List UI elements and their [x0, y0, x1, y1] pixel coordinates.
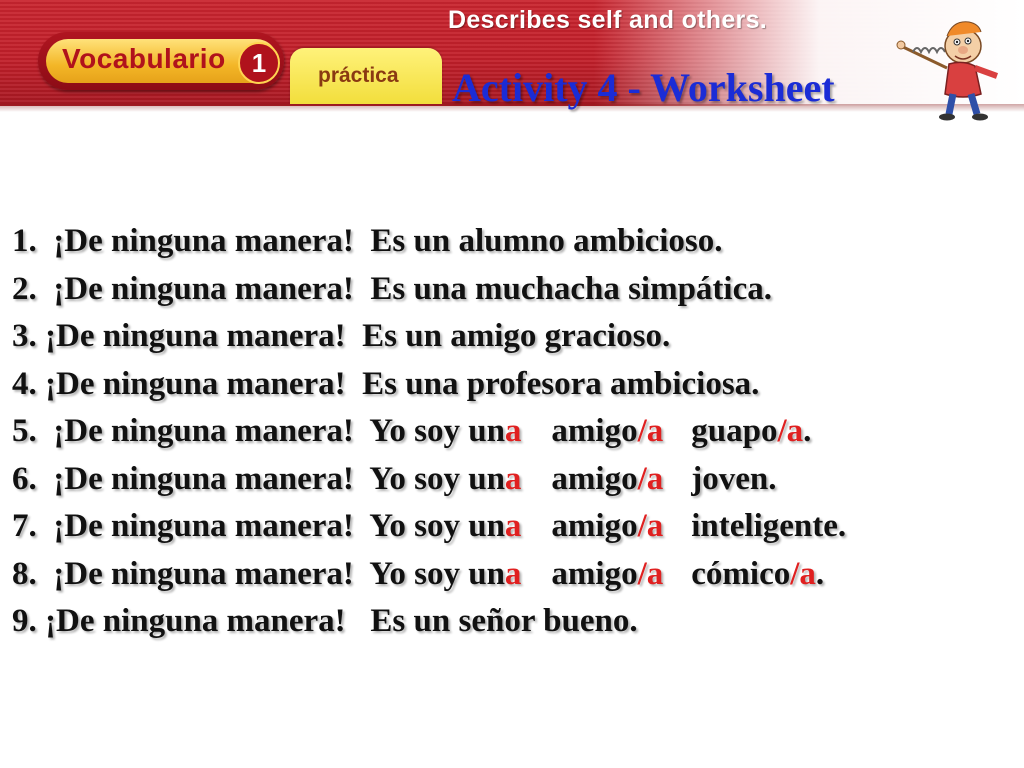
item-text: ¡De ninguna manera! Es un señor bueno. [36, 603, 638, 639]
list-item: 3. ¡De ninguna manera! Es un amigo graci… [12, 313, 846, 361]
gender-ending: /a [777, 413, 804, 449]
item-word: amigo [551, 508, 638, 544]
item-number: 7. [12, 508, 37, 544]
item-lead: ¡De ninguna manera! Yo soy un [36, 413, 505, 449]
vocabulario-label: Vocabulario [62, 43, 226, 74]
item-lead: ¡De ninguna manera! Yo soy un [36, 508, 505, 544]
tagline: Describes self and others. [448, 6, 768, 34]
sentence-list: 1. ¡De ninguna manera! Es un alumno ambi… [12, 218, 846, 646]
gender-ending: a [504, 460, 522, 497]
vocabulario-badge-inner: Vocabulario 1 [46, 39, 280, 84]
gender-ending: /a [637, 413, 664, 449]
item-word: amigo [551, 555, 638, 592]
pointing-cartoon-man-icon [896, 21, 999, 121]
item-text: ¡De ninguna manera! Es un amigo gracioso… [36, 318, 671, 354]
item-number: 6. [12, 460, 37, 497]
item-number: 9. [12, 603, 37, 639]
gender-ending: a [504, 555, 522, 592]
item-word: guapo [691, 413, 778, 449]
practica-label: práctica [318, 64, 399, 87]
item-word: amigo [551, 460, 638, 497]
item-lead: ¡De ninguna manera! Yo soy un [36, 555, 505, 592]
gender-ending: a [504, 413, 522, 449]
item-word: cómico [691, 555, 791, 592]
gender-ending: /a [637, 508, 664, 544]
vocabulario-badge: Vocabulario 1 [38, 32, 284, 90]
gender-ending: /a [637, 555, 664, 592]
item-number: 5. [12, 413, 37, 449]
item-word: joven. [691, 460, 777, 497]
list-item: 6. ¡De ninguna manera! Yo soy una amigo/a… [12, 456, 846, 504]
item-text: ¡De ninguna manera! Es una muchacha simp… [36, 270, 772, 307]
gender-ending: a [504, 508, 522, 544]
item-text: ¡De ninguna manera! Es un alumno ambicio… [36, 223, 723, 259]
item-number: 2. [12, 270, 37, 307]
list-item: 7. ¡De ninguna manera! Yo soy una amigo/a… [12, 503, 846, 551]
item-word: inteligente. [691, 508, 847, 544]
item-text: ¡De ninguna manera! Es una profesora amb… [36, 365, 760, 402]
practica-tab: práctica [290, 48, 442, 104]
item-number: 3. [12, 318, 37, 354]
item-number: 8. [12, 555, 37, 592]
list-item: 1. ¡De ninguna manera! Es un alumno ambi… [12, 218, 846, 266]
gender-ending: /a [790, 555, 816, 592]
list-item: 8. ¡De ninguna manera! Yo soy una amigo/a… [12, 551, 846, 599]
list-item: 4. ¡De ninguna manera! Es una profesora … [12, 361, 846, 409]
item-lead: ¡De ninguna manera! Yo soy un [36, 460, 505, 497]
list-item: 2. ¡De ninguna manera! Es una muchacha s… [12, 266, 846, 314]
item-tail: . [803, 413, 812, 449]
item-tail: . [815, 555, 825, 592]
list-item: 5. ¡De ninguna manera! Yo soy una amigo/a… [12, 408, 846, 456]
vocabulario-number: 1 [238, 42, 280, 84]
page-title: Activity 4 - Worksheet [452, 65, 835, 110]
item-number: 4. [12, 365, 37, 402]
item-number: 1. [12, 223, 37, 259]
item-word: amigo [551, 413, 638, 449]
gender-ending: /a [637, 460, 664, 497]
list-item: 9. ¡De ninguna manera! Es un señor bueno… [12, 598, 846, 646]
